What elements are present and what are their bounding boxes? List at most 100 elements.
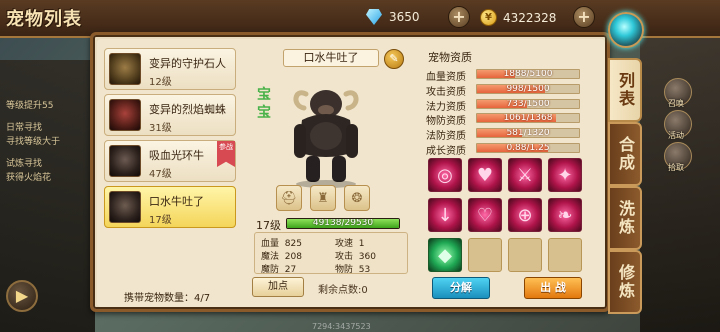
pet-level: 12级 <box>149 77 172 88</box>
stat-label: 魔法 <box>261 252 280 262</box>
add-point-button[interactable]: 加点 <box>252 277 304 297</box>
carry-count: 携带宠物数量：4/7 <box>124 289 210 304</box>
shield-flame-skill-icon[interactable]: ✦ <box>548 158 582 192</box>
stat-label: 攻击 <box>335 252 354 262</box>
carry-value: 4/7 <box>194 293 211 304</box>
stat-label: 血量 <box>261 239 280 249</box>
aptitude-bar: 1888/5100 <box>476 69 580 79</box>
stat-value: 825 <box>284 239 302 249</box>
pet-name-field: 口水牛吐了 <box>283 49 379 67</box>
stat-atk: 攻击 360 <box>335 249 376 262</box>
diamond-icon <box>365 9 383 25</box>
pet-name: 吸血光环牛 <box>149 149 204 162</box>
pet-list-item[interactable]: 变异的守护石人 12级 <box>104 48 236 90</box>
pet-list-item-selected[interactable]: 口水牛吐了 17级 <box>104 186 236 228</box>
bottom-debug-text: 7294:3437523 <box>312 322 371 331</box>
close-orb-button[interactable] <box>608 12 644 48</box>
baby-badge: 宝宝 <box>257 87 271 121</box>
pet-level: 17级 <box>149 215 172 226</box>
pet-name: 口水牛吐了 <box>149 195 204 208</box>
empty-skill-slot[interactable] <box>468 238 502 272</box>
in-battle-badge: 参战 <box>217 141 235 167</box>
quest-line: 等级提升55 <box>6 101 54 111</box>
stat-value: 208 <box>284 252 302 262</box>
remaining-points: 剩余点数:0 <box>318 281 368 296</box>
stat-mdef: 魔防 27 <box>261 262 296 275</box>
tab-refine[interactable]: 洗炼 <box>608 186 642 250</box>
aptitude-label: 法力资质 <box>426 101 466 113</box>
quest-line: 日常寻找 <box>6 123 43 133</box>
aptitude-label: 攻击资质 <box>426 86 466 98</box>
aptitude-bar: 998/1500 <box>476 83 580 94</box>
sword-down-skill-icon[interactable]: ↓ <box>428 198 462 232</box>
aptitude-value: 1061/1368 <box>503 113 553 124</box>
carry-label: 携带宠物数量： <box>124 293 194 304</box>
stat-label: 魔防 <box>261 265 280 275</box>
ring-plus-skill-icon[interactable]: ⊕ <box>508 198 542 232</box>
aptitude-value: 581/1320 <box>506 128 550 139</box>
add-diamond-button[interactable]: + <box>448 6 470 28</box>
flame-spider-icon <box>109 99 141 131</box>
pet-equipment-slots: ⛑ ♜ ❂ <box>276 185 370 211</box>
quest-line: 获得火焰花 <box>6 173 52 183</box>
rename-pencil-icon[interactable]: ✎ <box>384 49 404 69</box>
pet-level: 31级 <box>149 123 172 134</box>
tab-synthesize[interactable]: 合成 <box>608 122 642 186</box>
aptitude-label: 法防资质 <box>426 131 466 143</box>
remaining-label: 剩余点数: <box>318 285 362 296</box>
gold-counter: ¥ 4322328 <box>480 9 556 26</box>
pet-list: 变异的守护石人 12级 变异的烈焰蜘蛛 31级 吸血光环牛 47级 参战 口水牛… <box>104 44 240 272</box>
gold-coin-icon: ¥ <box>480 9 497 26</box>
spit-bull-icon <box>109 191 141 223</box>
stat-hp: 血量 825 <box>261 236 302 249</box>
aptitude-value: 733/1500 <box>506 98 550 109</box>
split-button[interactable]: 分解 <box>432 277 490 299</box>
stat-label: 物防 <box>335 265 354 275</box>
ring-skill-icon[interactable]: ◎ <box>428 158 462 192</box>
exp-bar: 49138/29530 <box>286 218 400 229</box>
page-title: 宠物列表 <box>6 9 82 30</box>
heart-break-skill-icon[interactable]: ♥ <box>468 158 502 192</box>
pet-level-label: 17级 <box>256 219 281 232</box>
add-gold-button[interactable]: + <box>573 6 595 28</box>
armor-slot-icon[interactable]: ♜ <box>310 185 336 211</box>
tab-train[interactable]: 修炼 <box>608 250 642 314</box>
aptitude-bar: 581/1320 <box>476 128 580 139</box>
expand-arrow-button[interactable]: ▶ <box>6 280 38 312</box>
stat-value: 360 <box>358 252 376 262</box>
aptitude-value: 998/1500 <box>506 83 550 94</box>
exp-text: 49138/29530 <box>312 218 374 228</box>
skill-grid: ◎ ♥ ⚔ ✦ ↓ ♡ ⊕ ❧ ◆ <box>428 158 588 274</box>
aptitude-bar: 1061/1368 <box>476 113 580 124</box>
quest-line: 试炼寻找 <box>6 159 43 169</box>
tab-list[interactable]: 列表 <box>608 58 642 122</box>
pet-list-item[interactable]: 吸血光环牛 47级 参战 <box>104 140 236 182</box>
green-crystal-icon[interactable]: ◆ <box>428 238 462 272</box>
pet-name: 变异的烈焰蜘蛛 <box>149 103 226 116</box>
aptitude-title: 宠物资质 <box>428 51 472 64</box>
aptitude-label: 成长资质 <box>426 146 466 157</box>
aptitude-bar: 733/1500 <box>476 98 580 109</box>
side-label-event: 活动 <box>668 131 684 140</box>
empty-skill-slot[interactable] <box>508 238 542 272</box>
side-label-summon: 召唤 <box>668 99 684 108</box>
fight-button[interactable]: 出 战 <box>524 277 582 299</box>
aptitude-bar: 0.88/1.25 <box>476 143 580 153</box>
diamond-amount: 3650 <box>389 10 420 24</box>
accessory-slot-icon[interactable]: ❂ <box>344 185 370 211</box>
pet-list-item[interactable]: 变异的烈焰蜘蛛 31级 <box>104 94 236 136</box>
stat-label: 攻速 <box>335 239 354 249</box>
stone-golem-icon <box>109 53 141 85</box>
helmet-slot-icon[interactable]: ⛑ <box>276 185 302 211</box>
stat-atk-speed: 攻速 1 <box>335 236 364 249</box>
stat-value: 1 <box>358 239 365 249</box>
quest-line: 寻找等级大于 <box>6 137 61 147</box>
blade-skill-icon[interactable]: ⚔ <box>508 158 542 192</box>
diamond-counter: 3650 <box>365 9 420 25</box>
stat-value: 27 <box>284 265 297 275</box>
empty-skill-slot[interactable] <box>548 238 582 272</box>
heart-skill-icon[interactable]: ♡ <box>468 198 502 232</box>
pet-model <box>293 90 359 188</box>
wing-skill-icon[interactable]: ❧ <box>548 198 582 232</box>
side-label-pickup: 拾取 <box>668 163 684 172</box>
